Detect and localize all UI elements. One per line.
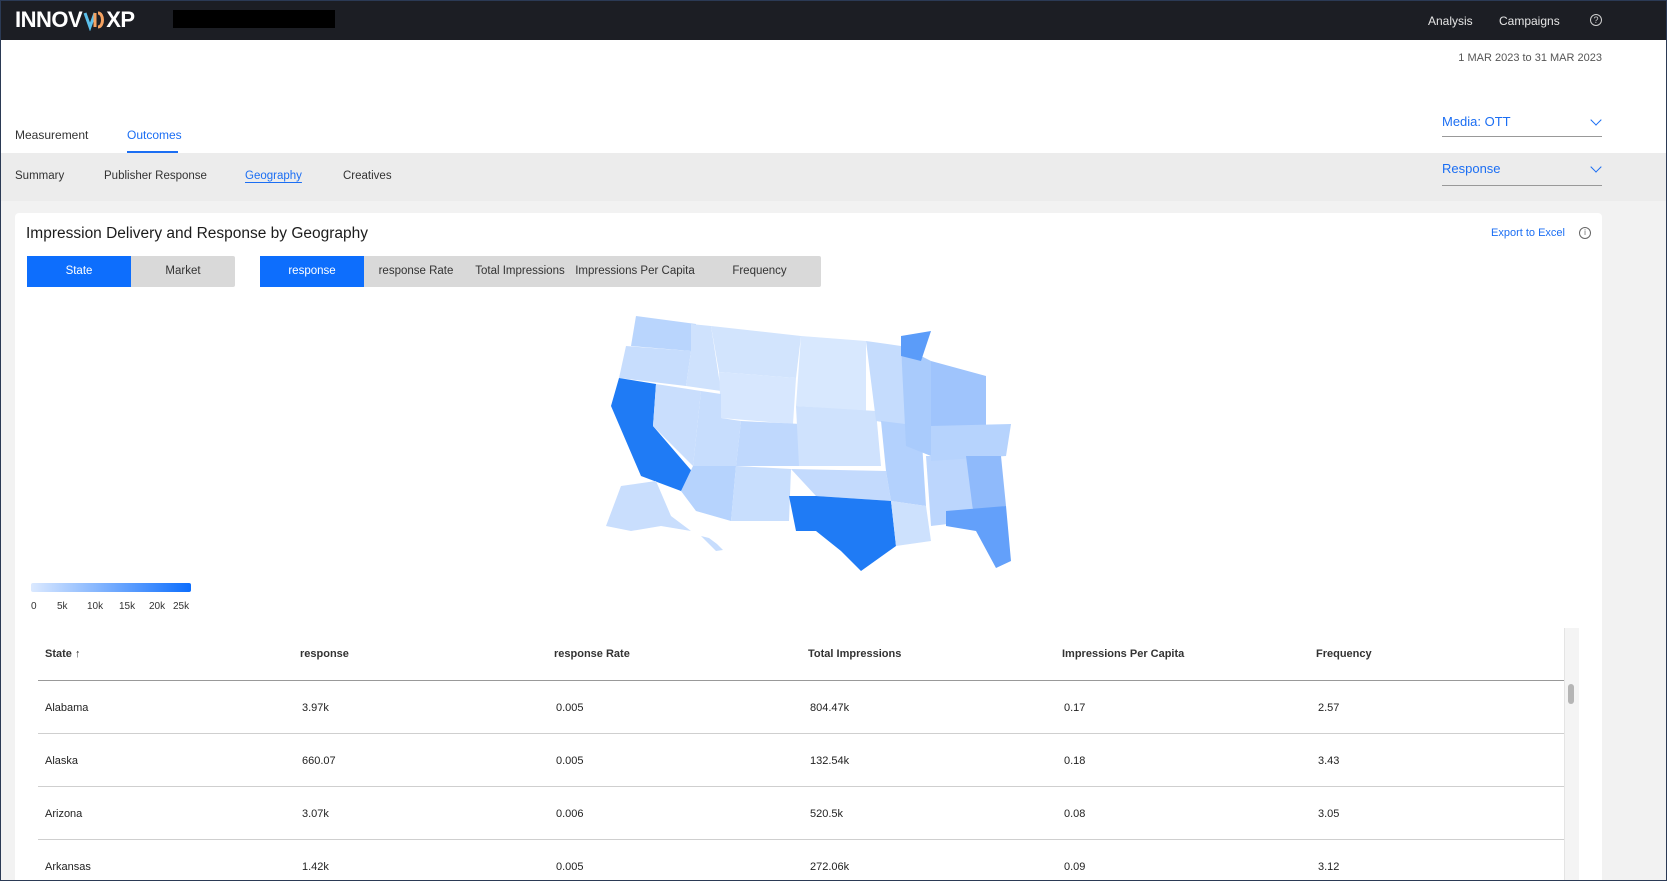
map-state-montana [711, 326, 801, 378]
legend-tick: 25k [173, 601, 190, 612]
table-cell: 0.005 [556, 861, 584, 873]
table-cell: 3.07k [302, 808, 329, 820]
table-cell: 3.97k [302, 702, 329, 714]
map-state-wyoming [719, 372, 796, 424]
table-cell: 3.05 [1318, 808, 1340, 820]
table-cell: 0.006 [556, 808, 584, 820]
map-state-colorado [736, 421, 801, 466]
tab-measurement[interactable]: Measurement [15, 128, 88, 142]
chevron-down-icon [1590, 161, 1602, 173]
map-state-georgia [966, 456, 1006, 511]
subtab-summary[interactable]: Summary [15, 170, 64, 182]
chevron-down-icon [1590, 114, 1602, 126]
table-cell: 3.43 [1318, 755, 1340, 767]
column-header-response[interactable]: response [300, 648, 349, 660]
table-cell: 0.17 [1064, 702, 1086, 714]
map-state-arizona [681, 466, 736, 521]
column-header-frequency[interactable]: Frequency [1316, 648, 1372, 660]
table-cell: 0.18 [1064, 755, 1086, 767]
logo-text-right: XP [106, 7, 135, 32]
tab-outcomes[interactable]: Outcomes [127, 128, 182, 142]
logo-text-left: INNOV [15, 7, 83, 32]
table-cell: 660.07 [302, 755, 336, 767]
media-dropdown-label: Media: OTT [1442, 114, 1511, 129]
map-state-dakotas [796, 336, 866, 411]
metric-toggle-response-rate[interactable]: response Rate [364, 256, 468, 287]
date-range: 1 MAR 2023 to 31 MAR 2023 [1458, 52, 1602, 64]
legend-tick: 10k [87, 601, 104, 612]
table-cell: 1.42k [302, 861, 329, 873]
subtab-geography[interactable]: Geography [245, 170, 302, 182]
geo-toggle: State Market [27, 256, 235, 287]
scrollbar-thumb[interactable] [1568, 684, 1574, 704]
nav-campaigns[interactable]: Campaigns [1499, 14, 1560, 28]
logo-mark-icon [83, 9, 105, 32]
table-cell: 520.5k [810, 808, 844, 820]
table-cell: 0.08 [1064, 808, 1086, 820]
map-state-new-york [901, 331, 931, 361]
map-state-louisiana [891, 501, 931, 546]
map-state-new-mexico [731, 466, 791, 521]
table-cell: 3.12 [1318, 861, 1340, 873]
metric-toggle: response response Rate Total Impressions… [260, 256, 821, 287]
redacted-account-name [173, 10, 335, 28]
info-icon[interactable]: i [1579, 227, 1591, 239]
map-state-florida [946, 506, 1011, 568]
metric-toggle-impressions-per-capita[interactable]: Impressions Per Capita [572, 256, 698, 287]
table-header: State ↑ response response Rate Total Imp… [38, 628, 1564, 681]
table-cell: 132.54k [810, 755, 850, 767]
map-state-kentucky-tennessee [931, 424, 1011, 461]
subtab-publisher-response[interactable]: Publisher Response [104, 170, 207, 182]
metric-dropdown[interactable]: Response [1442, 161, 1602, 186]
page-header [1, 40, 1666, 153]
legend-tick: 20k [149, 601, 166, 612]
map-state-hawaii [701, 536, 723, 551]
us-choropleth-map[interactable] [601, 306, 1011, 571]
legend-tick: 15k [119, 601, 136, 612]
table-cell: 2.57 [1318, 702, 1340, 714]
nav-analysis[interactable]: Analysis [1428, 14, 1473, 28]
column-header-state[interactable]: State ↑ [45, 648, 80, 660]
table-cell: Arkansas [45, 861, 91, 873]
table-cell: 272.06k [810, 861, 850, 873]
table-row[interactable]: Arizona 3.07k 0.006 520.5k 0.08 3.05 [38, 787, 1564, 840]
table-cell: 0.005 [556, 702, 584, 714]
help-icon[interactable]: ? [1590, 14, 1602, 26]
column-header-impressions-per-capita[interactable]: Impressions Per Capita [1062, 648, 1184, 660]
table-cell: 0.005 [556, 755, 584, 767]
table-scrollbar[interactable] [1564, 628, 1579, 880]
table-cell: Alabama [45, 702, 89, 714]
metric-toggle-frequency[interactable]: Frequency [698, 256, 821, 287]
geo-toggle-market[interactable]: Market [131, 256, 235, 287]
map-state-washington [631, 316, 696, 351]
column-header-total-impressions[interactable]: Total Impressions [808, 648, 901, 660]
subtab-creatives[interactable]: Creatives [343, 170, 392, 182]
metric-dropdown-label: Response [1442, 161, 1501, 176]
table-cell: 0.09 [1064, 861, 1086, 873]
export-to-excel-link[interactable]: Export to Excel [1491, 227, 1565, 239]
metric-toggle-response[interactable]: response [260, 256, 364, 287]
app-frame: INNOV XP Analysis Campaigns ? 1 MAR 2023… [0, 0, 1667, 881]
geo-toggle-state[interactable]: State [27, 256, 131, 287]
legend-tick: 0 [31, 601, 37, 612]
table-cell: Alaska [45, 755, 79, 767]
table-row[interactable]: Alabama 3.97k 0.005 804.47k 0.17 2.57 [38, 681, 1564, 734]
table-cell: 804.47k [810, 702, 850, 714]
media-dropdown[interactable]: Media: OTT [1442, 114, 1602, 137]
map-state-nebraska-kansas [796, 406, 881, 466]
table-row[interactable]: Alaska 660.07 0.005 132.54k 0.18 3.43 [38, 734, 1564, 787]
legend-tick: 5k [57, 601, 68, 612]
metric-toggle-total-impressions[interactable]: Total Impressions [468, 256, 572, 287]
card-title: Impression Delivery and Response by Geog… [26, 225, 369, 242]
innovid-logo[interactable]: INNOV XP [15, 7, 135, 32]
column-header-response-rate[interactable]: response Rate [554, 648, 630, 660]
map-state-texas [789, 496, 896, 571]
table-row[interactable]: Arkansas 1.42k 0.005 272.06k 0.09 3.12 [38, 840, 1564, 880]
table-cell: Arizona [45, 808, 83, 820]
legend-color-scale [31, 583, 191, 592]
